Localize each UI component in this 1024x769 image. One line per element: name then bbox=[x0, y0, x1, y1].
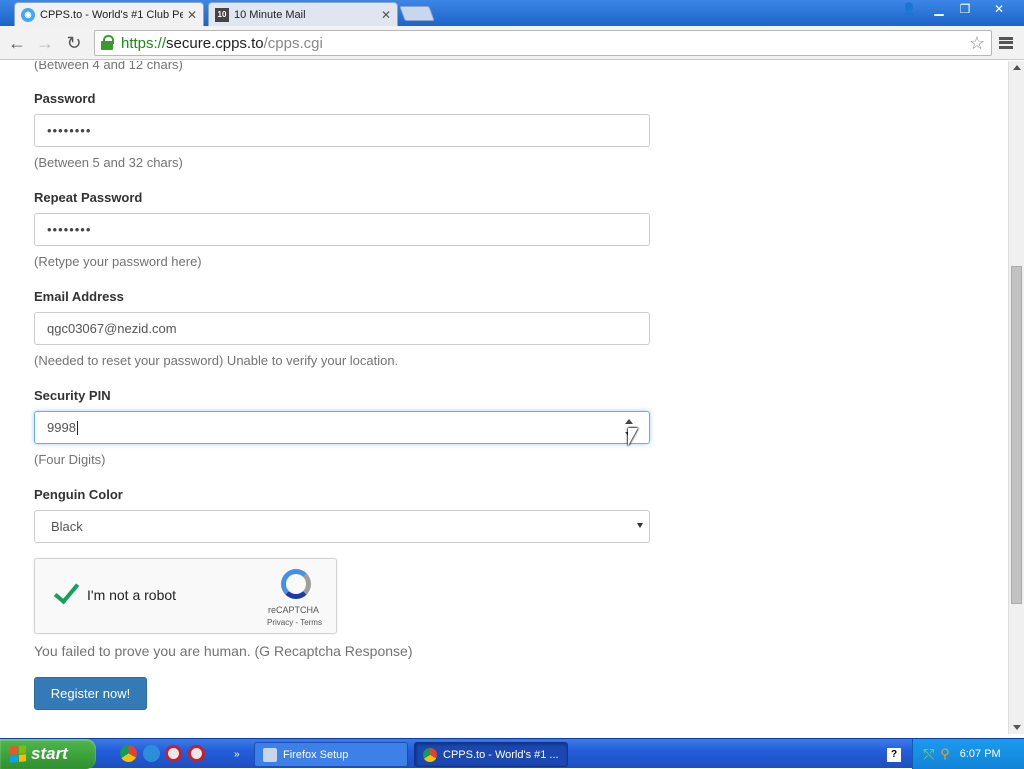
page-scrollbar[interactable] bbox=[1008, 61, 1024, 734]
chevron-down-icon bbox=[637, 523, 643, 528]
taskbar-item-label: CPPS.to - World's #1 ... bbox=[443, 748, 559, 761]
minimize-window-button[interactable]: ▁ bbox=[926, 0, 952, 18]
scrollbar-thumb[interactable] bbox=[1011, 266, 1022, 604]
recaptcha-widget: I'm not a robot reCAPTCHA Privacy - Term… bbox=[34, 558, 337, 634]
scroll-down-icon[interactable] bbox=[1013, 725, 1021, 730]
tab-strip: ◉ CPPS.to - World's #1 Club Pe ✕ 10 10 M… bbox=[0, 0, 1024, 26]
tab-cpps[interactable]: ◉ CPPS.to - World's #1 Club Pe ✕ bbox=[14, 2, 204, 26]
taskbar-item-chrome[interactable]: CPPS.to - World's #1 ... bbox=[414, 742, 568, 767]
close-tab-icon[interactable]: ✕ bbox=[381, 8, 391, 22]
quicklaunch-overflow-icon[interactable]: » bbox=[226, 742, 248, 767]
taskbar-item-label: Firefox Setup bbox=[283, 748, 349, 761]
security-pin-field[interactable]: 9998 bbox=[34, 411, 650, 444]
recaptcha-brand: reCAPTCHA bbox=[268, 605, 320, 615]
chrome-icon bbox=[423, 747, 437, 762]
penguin-color-label: Penguin Color bbox=[34, 487, 123, 502]
url-scheme: https:// bbox=[121, 34, 167, 52]
recaptcha-logo-icon bbox=[281, 569, 311, 599]
password-hint: (Between 5 and 32 chars) bbox=[34, 155, 183, 170]
repeat-password-hint: (Retype your password here) bbox=[34, 254, 202, 269]
email-value: qgc03067@nezid.com bbox=[47, 321, 177, 336]
recaptcha-privacy-terms-links[interactable]: Privacy - Terms bbox=[267, 618, 322, 627]
system-tray: ⤲ ⚲ 6:07 PM bbox=[912, 739, 1024, 769]
cpps-favicon-icon: ◉ bbox=[21, 7, 35, 22]
opera-quicklaunch-icon[interactable] bbox=[165, 745, 182, 762]
url-host: secure.cpps.to bbox=[166, 34, 264, 52]
security-pin-hint: (Four Digits) bbox=[34, 452, 106, 467]
email-hint: (Needed to reset your password) Unable t… bbox=[34, 353, 399, 368]
reload-icon[interactable]: ↻ bbox=[62, 31, 86, 55]
penguin-color-select[interactable]: Black bbox=[34, 510, 650, 543]
repeat-password-field[interactable]: •••••••• bbox=[34, 213, 650, 246]
windows-logo-icon bbox=[10, 745, 26, 763]
windows-taskbar: start » Firefox Setup CPPS.to - World's … bbox=[0, 738, 1024, 769]
opera-quicklaunch-icon-2[interactable] bbox=[188, 745, 205, 762]
browser-toolbar: ← → ↻ https://secure.cpps.to/cpps.cgi ☆ bbox=[0, 26, 1024, 60]
help-icon[interactable]: ? bbox=[882, 742, 906, 767]
search-icon[interactable]: ⚲ bbox=[940, 746, 950, 762]
restore-window-button[interactable]: ❐ bbox=[952, 0, 978, 18]
password-label: Password bbox=[34, 91, 96, 106]
user-profile-icon[interactable]: 👤 bbox=[896, 0, 922, 18]
internet-explorer-quicklaunch-icon[interactable] bbox=[143, 745, 160, 762]
ten-minute-mail-favicon-icon: 10 bbox=[215, 7, 229, 22]
bookmark-star-icon[interactable]: ☆ bbox=[969, 33, 985, 54]
text-caret bbox=[76, 420, 78, 435]
lock-icon bbox=[101, 35, 115, 51]
security-pin-label: Security PIN bbox=[34, 388, 111, 403]
penguin-color-value: Black bbox=[51, 519, 83, 534]
address-bar[interactable]: https://secure.cpps.to/cpps.cgi ☆ bbox=[94, 30, 992, 56]
password-value: •••••••• bbox=[47, 123, 92, 138]
clock[interactable]: 6:07 PM bbox=[960, 748, 1001, 760]
tab-title: 10 Minute Mail bbox=[234, 8, 306, 21]
back-icon[interactable]: ← bbox=[5, 31, 29, 55]
spin-up-icon[interactable] bbox=[625, 419, 633, 424]
start-button[interactable]: start bbox=[0, 739, 96, 769]
captcha-error-message: You failed to prove you are human. (G Re… bbox=[34, 643, 413, 659]
email-field[interactable]: qgc03067@nezid.com bbox=[34, 312, 650, 345]
taskbar-item-firefox-setup[interactable]: Firefox Setup bbox=[254, 742, 408, 767]
chrome-quicklaunch-icon[interactable] bbox=[120, 745, 137, 762]
network-icon[interactable]: ⤲ bbox=[923, 746, 934, 763]
repeat-password-label: Repeat Password bbox=[34, 190, 143, 205]
installer-icon bbox=[263, 747, 277, 762]
repeat-password-value: •••••••• bbox=[47, 222, 92, 237]
username-hint: (Between 4 and 12 chars) bbox=[34, 61, 183, 72]
url-path: /cpps.cgi bbox=[263, 34, 323, 52]
email-label: Email Address bbox=[34, 289, 124, 304]
new-tab-button[interactable] bbox=[399, 6, 435, 21]
password-field[interactable]: •••••••• bbox=[34, 114, 650, 147]
forward-icon[interactable]: → bbox=[33, 31, 57, 55]
page-content: (Between 4 and 12 chars) Password ••••••… bbox=[0, 61, 1008, 734]
tab-10-minute-mail[interactable]: 10 10 Minute Mail ✕ bbox=[208, 2, 398, 26]
scroll-up-icon[interactable] bbox=[1013, 65, 1021, 70]
recaptcha-label: I'm not a robot bbox=[87, 587, 177, 603]
close-tab-icon[interactable]: ✕ bbox=[187, 8, 197, 22]
mouse-pointer-icon bbox=[628, 428, 638, 446]
tab-title: CPPS.to - World's #1 Club Pe bbox=[40, 8, 183, 21]
close-window-button[interactable]: ✕ bbox=[984, 0, 1014, 18]
security-pin-value: 9998 bbox=[47, 420, 76, 435]
register-button[interactable]: Register now! bbox=[34, 677, 147, 710]
browser-menu-icon[interactable] bbox=[996, 33, 1016, 53]
start-label: start bbox=[31, 744, 68, 763]
checkmark-icon[interactable] bbox=[51, 579, 79, 607]
